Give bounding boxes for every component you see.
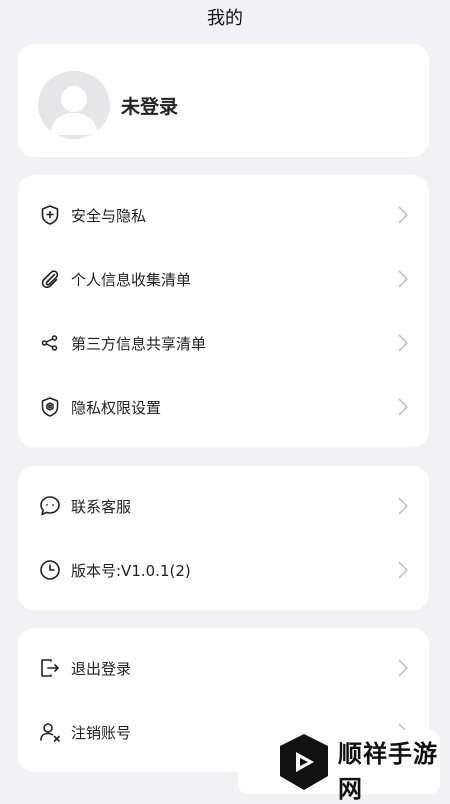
menu-item-label: 安全与隐私 bbox=[71, 206, 147, 225]
chevron-right-icon bbox=[398, 398, 409, 416]
chevron-right-icon bbox=[398, 561, 409, 579]
menu-item-logout[interactable]: 退出登录 bbox=[18, 636, 429, 700]
chat-bubble-icon bbox=[38, 494, 62, 518]
privacy-settings-group: 安全与隐私 个人信息收集清单 第三方信息共享清单 隐私权限设置 bbox=[18, 175, 429, 447]
menu-item-personal-info-list[interactable]: 个人信息收集清单 bbox=[18, 247, 429, 311]
login-status-label[interactable]: 未登录 bbox=[121, 92, 178, 119]
user-remove-icon bbox=[38, 720, 62, 744]
page-title: 我的 bbox=[207, 8, 243, 29]
share-icon bbox=[38, 331, 62, 355]
profile-card[interactable]: 未登录 bbox=[18, 44, 429, 157]
menu-item-label: 第三方信息共享清单 bbox=[71, 334, 207, 353]
shield-plus-icon bbox=[38, 203, 62, 227]
menu-item-customer-service[interactable]: 联系客服 bbox=[18, 474, 429, 538]
menu-item-third-party-sharing[interactable]: 第三方信息共享清单 bbox=[18, 311, 429, 375]
menu-item-label: 个人信息收集清单 bbox=[71, 270, 192, 289]
menu-item-privacy-permissions[interactable]: 隐私权限设置 bbox=[18, 375, 429, 439]
support-group: 联系客服 版本号:V1.0.1(2) bbox=[18, 466, 429, 610]
watermark-logo-icon bbox=[280, 734, 328, 790]
menu-item-security-privacy[interactable]: 安全与隐私 bbox=[18, 183, 429, 247]
version-label: 版本号:V1.0.1(2) bbox=[71, 561, 191, 580]
chevron-right-icon bbox=[398, 206, 409, 224]
watermark-title: 顺祥手游网 bbox=[338, 740, 438, 803]
logout-icon bbox=[38, 656, 62, 680]
privacy-settings-icon bbox=[38, 395, 62, 419]
avatar-placeholder-icon[interactable] bbox=[38, 71, 110, 139]
chevron-right-icon bbox=[398, 270, 409, 288]
chevron-right-icon bbox=[398, 334, 409, 352]
site-watermark: 顺祥手游网 bbox=[238, 730, 440, 803]
menu-item-label: 联系客服 bbox=[71, 497, 132, 516]
menu-item-version[interactable]: 版本号:V1.0.1(2) bbox=[18, 538, 429, 602]
clock-icon bbox=[38, 558, 62, 582]
menu-item-label: 注销账号 bbox=[71, 723, 132, 742]
chevron-right-icon bbox=[398, 497, 409, 515]
menu-item-label: 隐私权限设置 bbox=[71, 398, 162, 417]
menu-item-label: 退出登录 bbox=[71, 659, 132, 678]
paperclip-icon bbox=[38, 267, 62, 291]
chevron-right-icon bbox=[398, 659, 409, 677]
